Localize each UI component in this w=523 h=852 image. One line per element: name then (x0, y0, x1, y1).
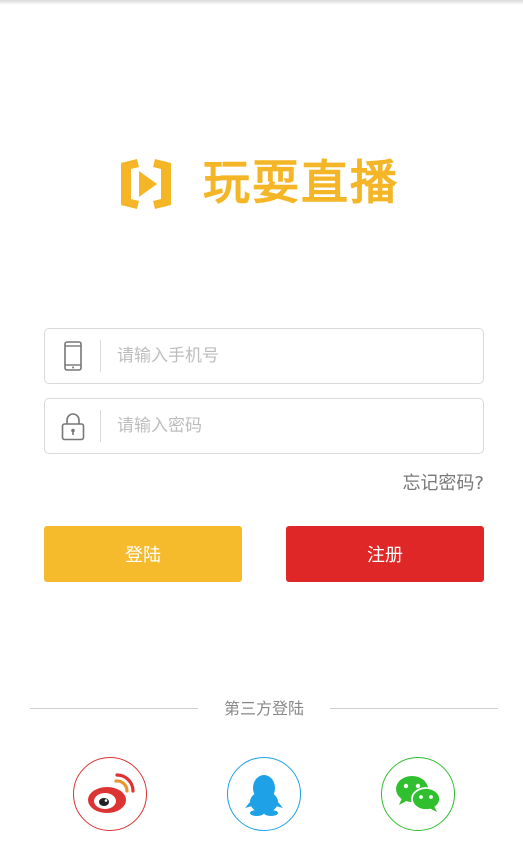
password-input[interactable] (101, 399, 483, 453)
third-party-title: 第三方登陆 (223, 699, 304, 718)
wechat-icon (396, 776, 441, 812)
phone-input[interactable] (101, 329, 483, 383)
weibo-login-button[interactable] (73, 757, 147, 831)
phone-field[interactable] (44, 328, 484, 384)
forgot-password-link[interactable]: 忘记密码? (402, 470, 484, 498)
third-party-divider-right (330, 708, 498, 709)
qq-icon (245, 775, 283, 816)
login-button[interactable]: 登陆 (44, 526, 242, 582)
brand-name: 玩耍直播 (203, 156, 399, 211)
play-frame-logo-icon (121, 159, 171, 209)
app-logo: 玩耍直播 (117, 154, 399, 214)
login-screen: 玩耍直播 忘记密码? 登陆 注册 (0, 0, 523, 852)
status-bar-shadow (0, 0, 523, 5)
password-field[interactable] (44, 398, 484, 454)
third-party-divider-left (30, 708, 198, 709)
qq-login-button[interactable] (227, 757, 301, 831)
wechat-login-button[interactable] (381, 757, 455, 831)
lock-icon (45, 399, 100, 453)
weibo-icon (88, 773, 135, 813)
phone-icon (45, 329, 100, 383)
register-button[interactable]: 注册 (286, 526, 484, 582)
